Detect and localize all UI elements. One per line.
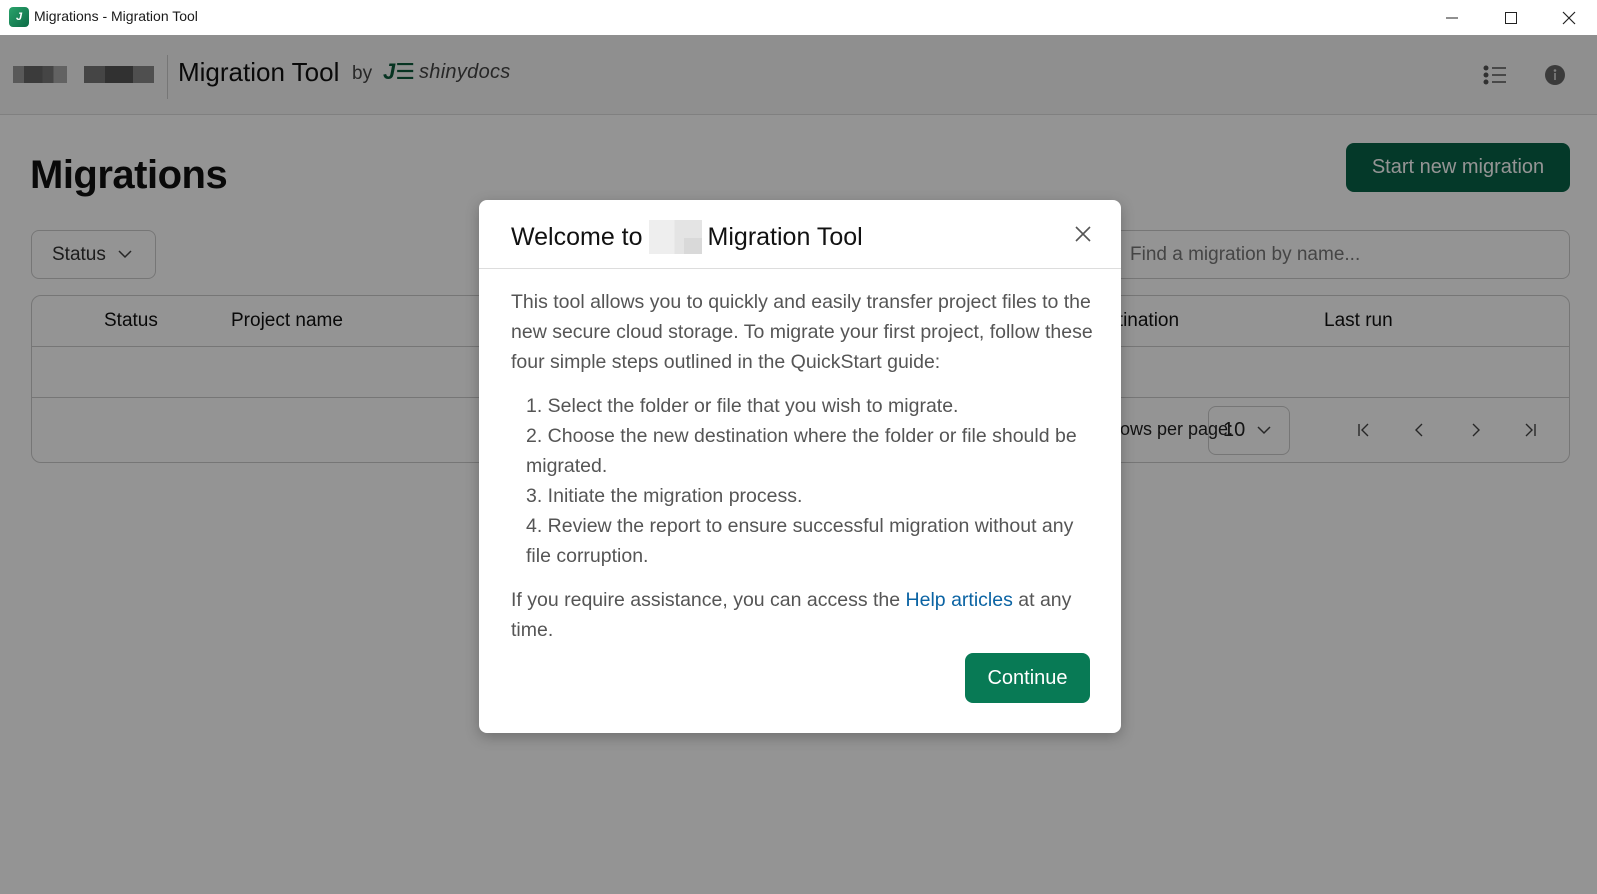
minimize-icon [1446, 17, 1458, 18]
dialog-intro: This tool allows you to quickly and easi… [511, 291, 1093, 373]
dialog-title-prefix: Welcome to [511, 222, 643, 251]
dialog-title: Welcome to Migration Tool [511, 220, 863, 254]
minimize-button[interactable] [1423, 0, 1481, 35]
maximize-icon [1505, 11, 1517, 24]
close-window-button[interactable] [1540, 0, 1597, 35]
step-item: 4. Review the report to ensure successfu… [526, 515, 1074, 567]
window-titlebar: J Migrations - Migration Tool [0, 0, 1597, 35]
step-item: 3. Initiate the migration process. [526, 485, 803, 507]
dialog-body: This tool allows you to quickly and easi… [511, 287, 1096, 645]
window-title: Migrations - Migration Tool [34, 8, 198, 24]
continue-button[interactable]: Continue [965, 653, 1090, 703]
help-prefix: If you require assistance, you can acces… [511, 589, 901, 611]
dialog-close-button[interactable] [1069, 220, 1097, 248]
maximize-button[interactable] [1482, 0, 1540, 35]
help-articles-link[interactable]: Help articles [906, 589, 1013, 611]
help-text: If you require assistance, you can acces… [511, 585, 1096, 645]
close-icon [1562, 11, 1576, 24]
close-icon [1075, 226, 1091, 242]
steps-list: 1. Select the folder or file that you wi… [526, 391, 1096, 571]
step-item: 1. Select the folder or file that you wi… [526, 395, 959, 417]
redacted-company-name [648, 220, 702, 254]
welcome-dialog: Welcome to Migration Tool This tool allo… [479, 200, 1121, 733]
dialog-title-suffix: Migration Tool [707, 222, 863, 251]
step-item: 2. Choose the new destination where the … [526, 425, 1077, 477]
app-icon: J [9, 7, 29, 27]
dialog-header: Welcome to Migration Tool [479, 200, 1121, 269]
